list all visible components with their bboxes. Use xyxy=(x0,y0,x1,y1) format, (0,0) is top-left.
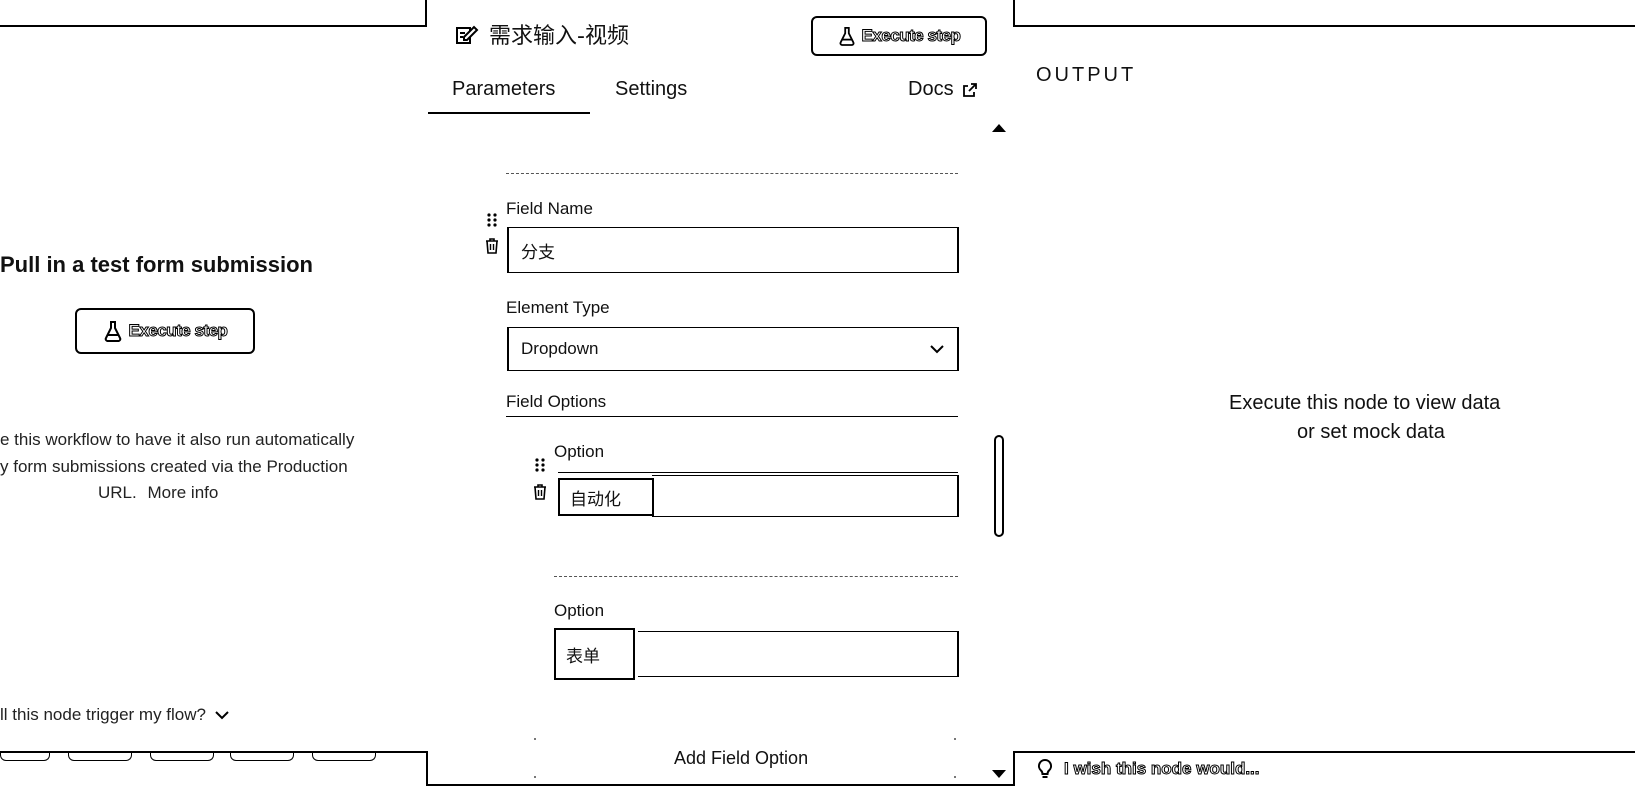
option-1-top-line xyxy=(558,472,958,473)
delete-option-trash-icon[interactable] xyxy=(532,483,548,501)
feedback-label: I wish this node would... xyxy=(1064,759,1260,779)
center-panel-right-border-bottom xyxy=(1013,751,1015,786)
add-field-option-button[interactable]: Add Field Option xyxy=(674,748,808,769)
execute-step-button[interactable]: Execute step xyxy=(811,16,987,56)
form-divider-top xyxy=(506,173,958,174)
left-description-line1: e this workflow to have it also run auto… xyxy=(0,430,355,449)
output-heading: OUTPUT xyxy=(1036,64,1137,86)
output-empty-line2: or set mock data xyxy=(1297,421,1445,443)
center-panel-left-border-bottom xyxy=(426,751,428,786)
delete-field-trash-icon[interactable] xyxy=(484,237,500,255)
scroll-down-arrow-icon[interactable] xyxy=(991,768,1007,780)
option-2-input-frame[interactable] xyxy=(638,631,959,677)
feedback-button[interactable]: I wish this node would... xyxy=(1036,758,1260,780)
docs-label: Docs xyxy=(908,78,954,100)
scrollbar-thumb[interactable] xyxy=(994,435,1004,537)
field-options-underline xyxy=(506,416,958,417)
option-2-input[interactable]: 表单 xyxy=(554,628,635,680)
element-type-select[interactable]: Dropdown xyxy=(507,327,959,371)
node-title-row: 需求输入-视频 xyxy=(455,18,629,50)
option-divider xyxy=(554,576,958,577)
external-link-icon xyxy=(962,82,978,98)
right-panel-top-border xyxy=(1013,25,1635,27)
chevron-down-icon xyxy=(929,344,945,354)
option-2-label: Option xyxy=(554,601,605,620)
right-panel-bottom-border xyxy=(1013,751,1635,753)
center-panel-right-border-top xyxy=(1013,0,1015,27)
option-1-input-frame[interactable] xyxy=(652,475,959,517)
left-panel-top-border xyxy=(0,25,426,27)
field-options-label: Field Options xyxy=(506,392,607,411)
chevron-down-icon xyxy=(214,710,230,720)
field-name-label: Field Name xyxy=(506,199,593,218)
option-drag-handle-icon[interactable] xyxy=(534,457,546,473)
option-1-label: Option xyxy=(554,442,605,461)
flask-icon xyxy=(838,26,856,46)
flask-icon xyxy=(103,320,123,342)
tab-settings[interactable]: Settings xyxy=(615,78,687,101)
field-name-input[interactable] xyxy=(509,228,957,272)
element-type-value: Dropdown xyxy=(521,339,599,358)
element-type-label: Element Type xyxy=(506,298,610,317)
scroll-up-arrow-icon[interactable] xyxy=(991,122,1007,134)
edit-form-icon xyxy=(455,23,479,45)
more-info-link[interactable]: More info xyxy=(147,483,218,502)
center-panel-left-border-top xyxy=(425,0,427,27)
lightbulb-icon xyxy=(1036,758,1054,780)
trigger-question-label: ll this node trigger my flow? xyxy=(0,705,206,724)
field-name-input-wrapper[interactable] xyxy=(507,227,959,273)
left-description-line3: URL. More info xyxy=(98,483,218,503)
docs-link[interactable]: Docs xyxy=(908,78,978,101)
left-execute-step-label: Execute step xyxy=(128,321,228,341)
drag-handle-icon[interactable] xyxy=(486,212,498,228)
node-title: 需求输入-视频 xyxy=(489,24,629,49)
left-description-line2: y form submissions created via the Produ… xyxy=(0,457,348,476)
execute-step-label: Execute step xyxy=(861,26,961,46)
tab-parameters-underline xyxy=(428,112,590,114)
option-1-input[interactable]: 自动化 xyxy=(558,478,654,516)
left-execute-step-button[interactable]: Execute step xyxy=(75,308,255,354)
left-description-url: URL. xyxy=(98,483,137,502)
tab-parameters[interactable]: Parameters xyxy=(452,78,555,101)
left-panel-heading: Pull in a test form submission xyxy=(0,252,313,277)
output-empty-line1: Execute this node to view data xyxy=(1229,392,1501,414)
trigger-question-toggle[interactable]: ll this node trigger my flow? xyxy=(0,705,230,725)
